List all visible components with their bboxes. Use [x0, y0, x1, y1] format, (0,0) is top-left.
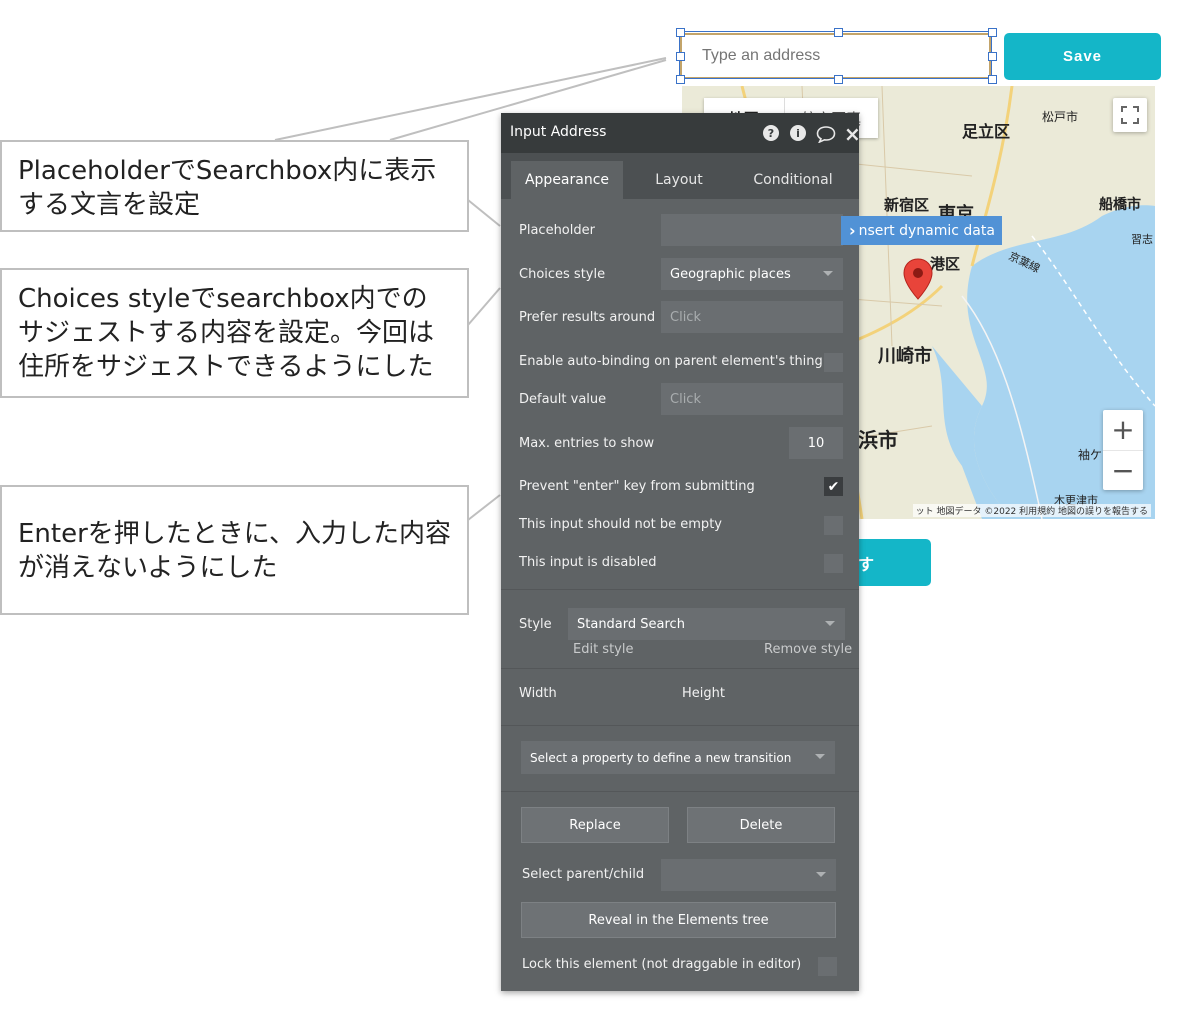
chevron-down-icon [816, 872, 826, 877]
insert-dynamic-data-label: nsert dynamic data [858, 222, 995, 239]
resize-handle[interactable] [834, 28, 843, 37]
delete-button[interactable]: Delete [687, 807, 835, 843]
map-label-sodegaura: 袖ケ [1078, 448, 1103, 462]
resize-handle[interactable] [988, 75, 997, 84]
submit-button-label: す [858, 554, 875, 574]
map-label-minato: 港区 [930, 255, 961, 273]
reveal-elements-tree-button[interactable]: Reveal in the Elements tree [521, 902, 836, 938]
lock-element-label: Lock this element (not draggable in edit… [522, 957, 802, 972]
map-label-narashino: 習志 [1131, 233, 1153, 246]
choices-style-value: Geographic places [670, 266, 791, 282]
choices-style-select[interactable]: Geographic places [661, 258, 843, 290]
map-label-funabashi: 船橋市 [1099, 197, 1141, 213]
replace-button[interactable]: Replace [521, 807, 669, 843]
placeholder-field[interactable] [661, 214, 843, 246]
prevent-enter-label: Prevent "enter" key from submitting [519, 479, 755, 494]
callout-choices-text: Choices styleでsearchbox内でのサジェストする内容を設定。今… [18, 284, 435, 382]
divider [501, 791, 859, 792]
choices-style-label: Choices style [519, 267, 606, 282]
resize-handle[interactable] [988, 28, 997, 37]
autobinding-label: Enable auto-binding on parent element's … [519, 354, 823, 369]
map-label-adachi: 足立区 [962, 122, 1011, 141]
zoom-in-button[interactable]: + [1103, 410, 1143, 451]
parent-child-label: Select parent/child [522, 867, 645, 882]
lock-element-checkbox[interactable] [818, 957, 837, 976]
style-value: Standard Search [577, 616, 685, 632]
prevent-enter-checkbox[interactable]: ✔ [824, 477, 843, 496]
style-label: Style [519, 617, 552, 632]
save-button[interactable]: Save [1004, 33, 1161, 80]
not-empty-label: This input should not be empty [519, 517, 722, 532]
callout-placeholder-text: PlaceholderでSearchbox内に表示する文言を設定 [18, 156, 437, 220]
divider [501, 725, 859, 726]
chevron-down-icon [815, 754, 825, 759]
divider [501, 668, 859, 669]
insert-dynamic-data-button[interactable]: › nsert dynamic data [841, 216, 1002, 245]
tab-layout[interactable]: Layout [623, 161, 735, 199]
not-empty-checkbox[interactable] [824, 516, 843, 535]
tab-conditional[interactable]: Conditional [735, 161, 851, 199]
height-label: Height [682, 686, 725, 701]
resize-handle[interactable] [676, 28, 685, 37]
chevron-right-icon: › [849, 221, 856, 240]
selection-outline [679, 31, 992, 79]
tab-appearance[interactable]: Appearance [511, 161, 623, 199]
close-icon[interactable]: × [844, 122, 861, 146]
callout-placeholder: PlaceholderでSearchbox内に表示する文言を設定 [0, 140, 469, 232]
default-value-label: Default value [519, 392, 607, 407]
edit-style-link[interactable]: Edit style [573, 642, 633, 657]
panel-title: Input Address [510, 124, 607, 140]
map-label-yokohama: 浜市 [858, 428, 898, 452]
callout-enter-key: Enterを押したときに、入力した内容が消えないようにした [0, 485, 469, 615]
resize-handle[interactable] [676, 75, 685, 84]
zoom-control: + − [1103, 410, 1143, 490]
help-icon[interactable]: ? [763, 125, 779, 141]
parent-child-select[interactable] [661, 859, 836, 891]
resize-handle[interactable] [834, 75, 843, 84]
map-label-shinjuku: 新宿区 [884, 196, 930, 214]
info-icon[interactable]: i [790, 125, 806, 141]
fullscreen-icon[interactable] [1113, 98, 1147, 132]
chevron-down-icon [823, 271, 833, 276]
map-marker-icon[interactable] [903, 258, 933, 300]
chevron-down-icon [825, 621, 835, 626]
transition-select-value: Select a property to define a new transi… [530, 750, 792, 765]
panel-tabs: Appearance Layout Conditional [501, 153, 859, 199]
remove-style-link[interactable]: Remove style [764, 642, 852, 657]
zoom-out-button[interactable]: − [1103, 451, 1143, 491]
property-editor-panel: Input Address ? i × Appearance Layout Co… [501, 113, 861, 991]
resize-handle[interactable] [676, 52, 685, 61]
map-label-kawasaki: 川崎市 [878, 346, 932, 367]
placeholder-label: Placeholder [519, 223, 595, 238]
transition-select[interactable]: Select a property to define a new transi… [521, 741, 835, 774]
autobinding-checkbox[interactable] [824, 353, 843, 372]
panel-header[interactable]: Input Address ? i × [501, 113, 861, 153]
style-select[interactable]: Standard Search [568, 608, 845, 640]
width-label: Width [519, 686, 557, 701]
disabled-checkbox[interactable] [824, 554, 843, 573]
callout-choices-style: Choices styleでsearchbox内でのサジェストする内容を設定。今… [0, 268, 469, 398]
checkmark-icon: ✔ [827, 478, 840, 495]
comment-icon[interactable] [816, 125, 836, 143]
map-label-matsudo: 松戸市 [1042, 110, 1079, 124]
max-entries-label: Max. entries to show [519, 436, 655, 451]
resize-handle[interactable] [988, 52, 997, 61]
save-button-label: Save [1062, 48, 1103, 65]
max-entries-field[interactable]: 10 [789, 427, 843, 459]
divider [501, 589, 859, 590]
prefer-results-label: Prefer results around [519, 310, 656, 325]
prefer-results-field[interactable]: Click [661, 301, 843, 333]
disabled-label: This input is disabled [519, 555, 657, 570]
default-value-field[interactable]: Click [661, 383, 843, 415]
callout-enter-text: Enterを押したときに、入力した内容が消えないようにした [18, 519, 452, 583]
map-attribution[interactable]: ット 地図データ ©2022 利用規約 地図の誤りを報告する [912, 504, 1151, 517]
